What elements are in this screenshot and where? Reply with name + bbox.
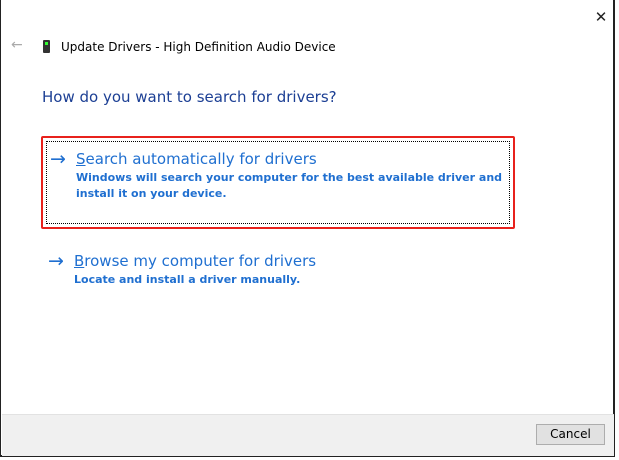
option-title[interactable]: Search automatically for drivers — [76, 150, 317, 168]
footer: Cancel — [2, 414, 614, 456]
search-automatically-option[interactable]: → Search automatically for drivers Windo… — [41, 136, 515, 229]
arrow-right-icon: → — [50, 148, 66, 170]
cancel-button[interactable]: Cancel — [536, 424, 605, 445]
option-description: Windows will search your computer for th… — [76, 171, 503, 200]
access-key: S — [76, 150, 86, 168]
update-drivers-window: ✕ ← Update Drivers - High Definition Aud… — [0, 0, 615, 457]
option-title-text: rowse my computer for drivers — [84, 252, 317, 270]
arrow-right-icon: → — [48, 250, 64, 272]
back-arrow-icon[interactable]: ← — [11, 37, 23, 53]
page-heading: How do you want to search for drivers? — [42, 88, 337, 106]
option-description: Locate and install a driver manually. — [74, 273, 301, 286]
access-key: B — [74, 252, 85, 270]
option-title-text: earch automatically for drivers — [85, 150, 317, 168]
device-icon — [43, 40, 50, 53]
option-title[interactable]: Browse my computer for drivers — [74, 252, 316, 270]
window-title: Update Drivers - High Definition Audio D… — [61, 40, 336, 54]
close-button[interactable]: ✕ — [589, 6, 613, 28]
browse-computer-option[interactable]: → Browse my computer for drivers Locate … — [41, 245, 515, 295]
